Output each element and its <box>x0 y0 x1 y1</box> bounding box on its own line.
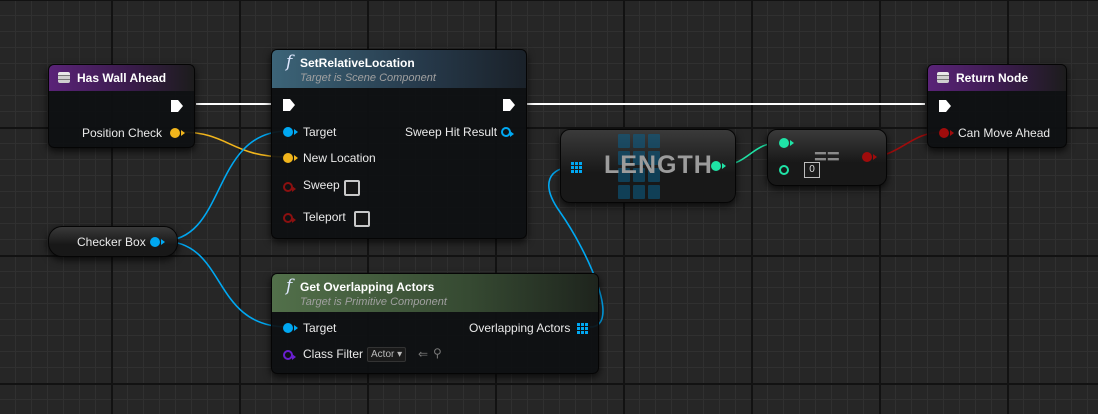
position-check-pin[interactable] <box>170 128 185 138</box>
browse-search-icon[interactable]: ⚲ <box>433 346 442 360</box>
checker-box-node[interactable]: Checker Box <box>48 226 178 257</box>
exec-in-pin[interactable] <box>282 98 296 112</box>
length-node[interactable]: LENGTH <box>560 129 736 203</box>
overlapping-actors-pin[interactable] <box>577 323 588 334</box>
pin-label-position-check: Position Check <box>82 126 163 140</box>
pin-label-can-move-ahead: Can Move Ahead <box>958 126 1051 140</box>
event-node-icon <box>937 72 949 83</box>
equal-node[interactable]: 0 == <box>767 129 887 186</box>
class-filter-pin[interactable] <box>283 350 296 360</box>
function-icon: f <box>286 52 293 72</box>
exec-out-pin[interactable] <box>502 98 516 112</box>
use-selected-arrow-icon[interactable]: ⇐ <box>418 347 428 361</box>
node-title: Has Wall Ahead <box>77 71 167 85</box>
target-pin[interactable] <box>283 127 298 137</box>
node-header: f SetRelativeLocation Target is Scene Co… <box>272 50 526 88</box>
pin-label-target: Target <box>303 125 337 139</box>
teleport-pin[interactable] <box>283 213 296 223</box>
node-header: f Get Overlapping Actors Target is Primi… <box>272 274 598 312</box>
wire-checker-to-overlap <box>161 240 289 328</box>
function-icon: f <box>286 276 293 296</box>
chevron-down-icon: ▾ <box>397 349 403 360</box>
class-filter-dropdown[interactable]: Actor ▾ <box>367 347 407 362</box>
node-subtitle: Target is Scene Component <box>300 72 436 84</box>
sweep-hit-result-pin[interactable] <box>501 127 514 137</box>
node-header: Return Node <box>928 65 1066 91</box>
equal-out-pin[interactable] <box>862 152 877 162</box>
can-move-ahead-pin[interactable] <box>939 128 954 138</box>
exec-out-pin[interactable] <box>170 99 184 113</box>
node-header: Has Wall Ahead <box>49 65 194 91</box>
node-title: Return Node <box>956 71 1028 85</box>
new-location-pin[interactable] <box>283 153 298 163</box>
equal-symbol: == <box>814 144 840 169</box>
pin-label-sweep: Sweep <box>303 178 340 192</box>
pin-label-overlapping-actors: Overlapping Actors <box>469 321 571 335</box>
sweep-pin[interactable] <box>283 182 296 192</box>
length-title: LENGTH <box>604 151 713 179</box>
checker-box-label: Checker Box <box>77 235 146 249</box>
return-node[interactable]: Return Node Can Move Ahead <box>927 64 1067 148</box>
exec-in-pin[interactable] <box>938 99 952 113</box>
pin-label-class-filter: Class Filter <box>303 347 364 361</box>
set-relative-location-node[interactable]: f SetRelativeLocation Target is Scene Co… <box>271 49 527 239</box>
pin-label-target: Target <box>303 321 337 335</box>
array-in-pin[interactable] <box>571 162 582 173</box>
pin-label-teleport: Teleport <box>303 210 346 224</box>
node-subtitle: Target is Primitive Component <box>300 296 447 308</box>
class-filter-value: Actor <box>371 349 395 360</box>
length-out-pin[interactable] <box>711 161 726 171</box>
pin-label-sweep-hit-result: Sweep Hit Result <box>405 125 498 139</box>
target-pin[interactable] <box>283 323 298 333</box>
pin-label-new-location: New Location <box>303 151 376 165</box>
teleport-checkbox[interactable] <box>354 211 370 227</box>
event-node-icon <box>58 72 70 83</box>
equal-b-pin[interactable] <box>779 165 789 175</box>
checker-box-out-pin[interactable] <box>150 237 165 247</box>
has-wall-ahead-node[interactable]: Has Wall Ahead Position Check <box>48 64 195 148</box>
get-overlapping-actors-node[interactable]: f Get Overlapping Actors Target is Primi… <box>271 273 599 374</box>
sweep-checkbox[interactable] <box>344 180 360 196</box>
node-title: SetRelativeLocation <box>300 56 415 70</box>
equal-a-pin[interactable] <box>779 138 794 148</box>
node-title: Get Overlapping Actors <box>300 280 435 294</box>
